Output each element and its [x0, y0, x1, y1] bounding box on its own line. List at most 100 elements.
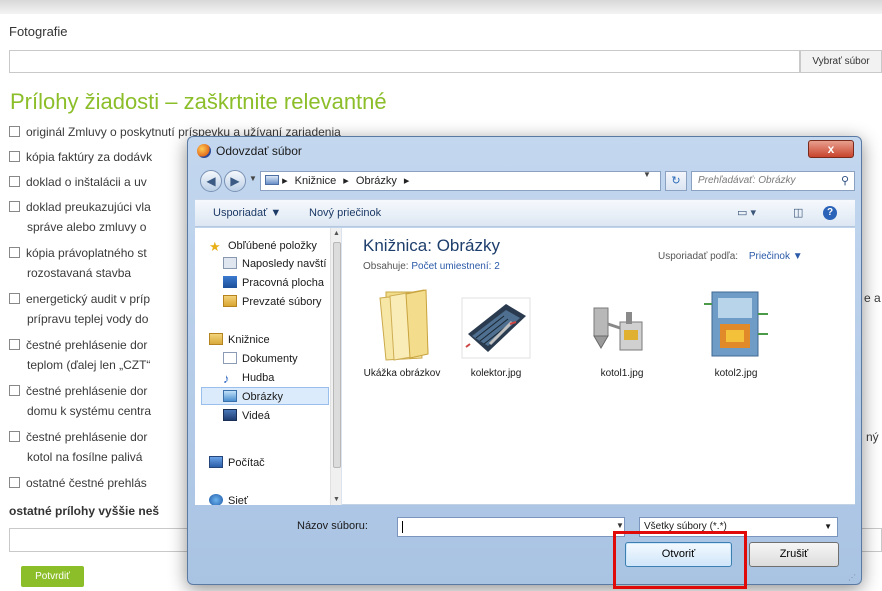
- breadcrumb-pictures[interactable]: Obrázky: [356, 175, 397, 187]
- nav-label: Pracovná plocha: [242, 277, 324, 289]
- firefox-icon: [197, 144, 211, 158]
- forward-arrow-icon[interactable]: ▶: [224, 170, 246, 192]
- nav-videos[interactable]: Videá: [223, 407, 270, 425]
- organize-button[interactable]: Usporiadať ▼: [213, 207, 281, 219]
- arrange-by: Usporiadať podľa: Priečinok ▼: [658, 251, 803, 262]
- nav-downloads[interactable]: Prevzaté súbory: [223, 293, 321, 311]
- nav-scrollbar[interactable]: ▲ ▼: [330, 228, 341, 505]
- star-icon: ★: [209, 239, 221, 254]
- checkbox[interactable]: [9, 385, 20, 396]
- contains-label: Obsahuje:: [363, 261, 409, 272]
- nav-network[interactable]: Sieť: [209, 492, 248, 505]
- chevron-down-icon: ▼: [824, 522, 832, 531]
- close-button[interactable]: x: [808, 140, 854, 158]
- computer-icon: [209, 456, 223, 468]
- dialog-toolbar: Usporiadať ▼ Nový priečinok ▭ ▾ ◫ ?: [195, 199, 855, 227]
- checkbox-item[interactable]: ostatné čestné prehlás: [9, 473, 147, 493]
- file-name: kotol1.jpg: [600, 368, 644, 379]
- checkbox-label-line2: domu k systému centra: [27, 404, 152, 418]
- refresh-icon[interactable]: ↻: [665, 171, 687, 191]
- search-placeholder: Prehľadávať: Obrázky: [698, 175, 796, 186]
- nav-label: Sieť: [228, 495, 249, 505]
- checkbox-item[interactable]: doklad preukazujúci vla správe alebo zmlu…: [9, 197, 151, 237]
- nav-favorites[interactable]: ★ Obľúbené položky: [209, 237, 317, 255]
- downloads-icon: [223, 295, 237, 307]
- preview-pane-icon[interactable]: ◫: [793, 206, 803, 219]
- checkbox[interactable]: [9, 293, 20, 304]
- locations-link[interactable]: Počet umiestnení: 2: [411, 261, 499, 272]
- photo-file-input[interactable]: [9, 50, 800, 73]
- checkbox[interactable]: [9, 431, 20, 442]
- solar-collector-thumbnail: [460, 294, 532, 362]
- photo-file-row: Vybrať súbor: [9, 50, 882, 74]
- file-item-boiler1[interactable]: kotol1.jpg: [567, 294, 677, 379]
- address-dropdown-icon[interactable]: ▼: [643, 170, 651, 179]
- scroll-down-icon[interactable]: ▼: [333, 496, 340, 503]
- file-item-collector[interactable]: kolektor.jpg: [441, 294, 551, 379]
- nav-documents[interactable]: Dokumenty: [223, 350, 298, 368]
- checkbox-item[interactable]: doklad o inštalácii a uv: [9, 172, 147, 192]
- cancel-button[interactable]: Zrušiť: [749, 542, 839, 567]
- checkbox[interactable]: [9, 477, 20, 488]
- checkbox-label: čestné prehlásenie dor: [26, 338, 148, 352]
- scrollbar-thumb[interactable]: [333, 242, 341, 468]
- checkbox-item[interactable]: kópia faktúry za dodávk: [9, 147, 152, 167]
- file-upload-dialog: Odovzdať súbor x ◀ ▶ ▼ ▸ Knižnice ▸ Obrá…: [187, 136, 862, 585]
- checkbox-item[interactable]: čestné prehlásenie dor teplom (ďalej len …: [9, 335, 150, 375]
- checkbox[interactable]: [9, 151, 20, 162]
- checkbox-item[interactable]: čestné prehlásenie dor kotol na fosílne p…: [9, 427, 147, 467]
- back-arrow-icon[interactable]: ◀: [200, 170, 222, 192]
- checkbox-item[interactable]: čestné prehlásenie dor domu k systému cen…: [9, 381, 151, 421]
- library-contains: Obsahuje: Počet umiestnení: 2: [363, 261, 500, 272]
- nav-recent[interactable]: Naposledy navští: [223, 255, 326, 273]
- nav-music[interactable]: ♪ Hudba: [223, 369, 274, 387]
- photos-label: Fotografie: [9, 24, 68, 39]
- filename-label: Názov súboru:: [297, 520, 368, 532]
- boiler-cutaway-thumbnail: [700, 284, 772, 362]
- checkbox[interactable]: [9, 201, 20, 212]
- checkbox[interactable]: [9, 176, 20, 187]
- search-input[interactable]: Prehľadávať: Obrázky ⚲: [691, 171, 855, 191]
- nav-libraries[interactable]: Knižnice: [209, 331, 270, 349]
- dialog-title: Odovzdať súbor: [216, 144, 302, 158]
- checkbox-label: doklad preukazujúci vla: [26, 200, 151, 214]
- file-item-boiler2[interactable]: kotol2.jpg: [681, 284, 791, 379]
- view-options-icon[interactable]: ▭ ▾: [737, 206, 756, 219]
- arrange-label: Usporiadať podľa:: [658, 251, 739, 262]
- open-button-highlight: [613, 531, 747, 589]
- checkbox-item[interactable]: energetický audit v príp prípravu teplej …: [9, 289, 150, 329]
- breadcrumb-libraries[interactable]: Knižnice: [295, 175, 337, 187]
- nav-label: Knižnice: [228, 334, 270, 346]
- nav-computer[interactable]: Počítač: [209, 454, 265, 472]
- address-row: ◀ ▶ ▼ ▸ Knižnice ▸ Obrázky ▸ ▼ ↻ Prehľad…: [196, 168, 856, 192]
- music-icon: ♪: [223, 371, 230, 386]
- checkbox-label-line2: kotol na fosílne palivá: [27, 450, 143, 464]
- checkbox[interactable]: [9, 247, 20, 258]
- nav-pictures[interactable]: Obrázky: [201, 387, 329, 405]
- arrange-dropdown[interactable]: Priečinok ▼: [749, 251, 803, 262]
- checkbox-item[interactable]: kópia právoplatného st rozostavaná stavba: [9, 243, 147, 283]
- boiler-thumbnail: [586, 294, 658, 362]
- submit-button[interactable]: Potvrdiť: [21, 566, 84, 587]
- search-icon[interactable]: ⚲: [841, 172, 849, 190]
- libraries-icon: [209, 333, 223, 345]
- breadcrumb-separator-icon: ▸: [282, 175, 288, 187]
- new-folder-button[interactable]: Nový priečinok: [309, 207, 381, 219]
- address-bar[interactable]: ▸ Knižnice ▸ Obrázky ▸: [260, 171, 661, 191]
- filename-input[interactable]: [397, 517, 625, 537]
- scroll-up-icon[interactable]: ▲: [333, 230, 340, 237]
- file-name: kotol2.jpg: [714, 368, 758, 379]
- nav-desktop[interactable]: Pracovná plocha: [223, 274, 324, 292]
- breadcrumb-separator-icon: ▸: [343, 175, 349, 187]
- checkbox-label: čestné prehlásenie dor: [26, 384, 148, 398]
- checkbox[interactable]: [9, 339, 20, 350]
- choose-file-button[interactable]: Vybrať súbor: [800, 50, 882, 73]
- folder-icon: [366, 288, 438, 361]
- help-icon[interactable]: ?: [823, 206, 837, 220]
- resize-grip-icon[interactable]: ⋰: [848, 573, 856, 582]
- history-dropdown-icon[interactable]: ▼: [249, 174, 257, 183]
- filename-dropdown-icon[interactable]: ▼: [616, 521, 624, 530]
- checkbox-label: kópia právoplatného st: [26, 246, 147, 260]
- nav-label: Dokumenty: [242, 353, 298, 365]
- checkbox[interactable]: [9, 126, 20, 137]
